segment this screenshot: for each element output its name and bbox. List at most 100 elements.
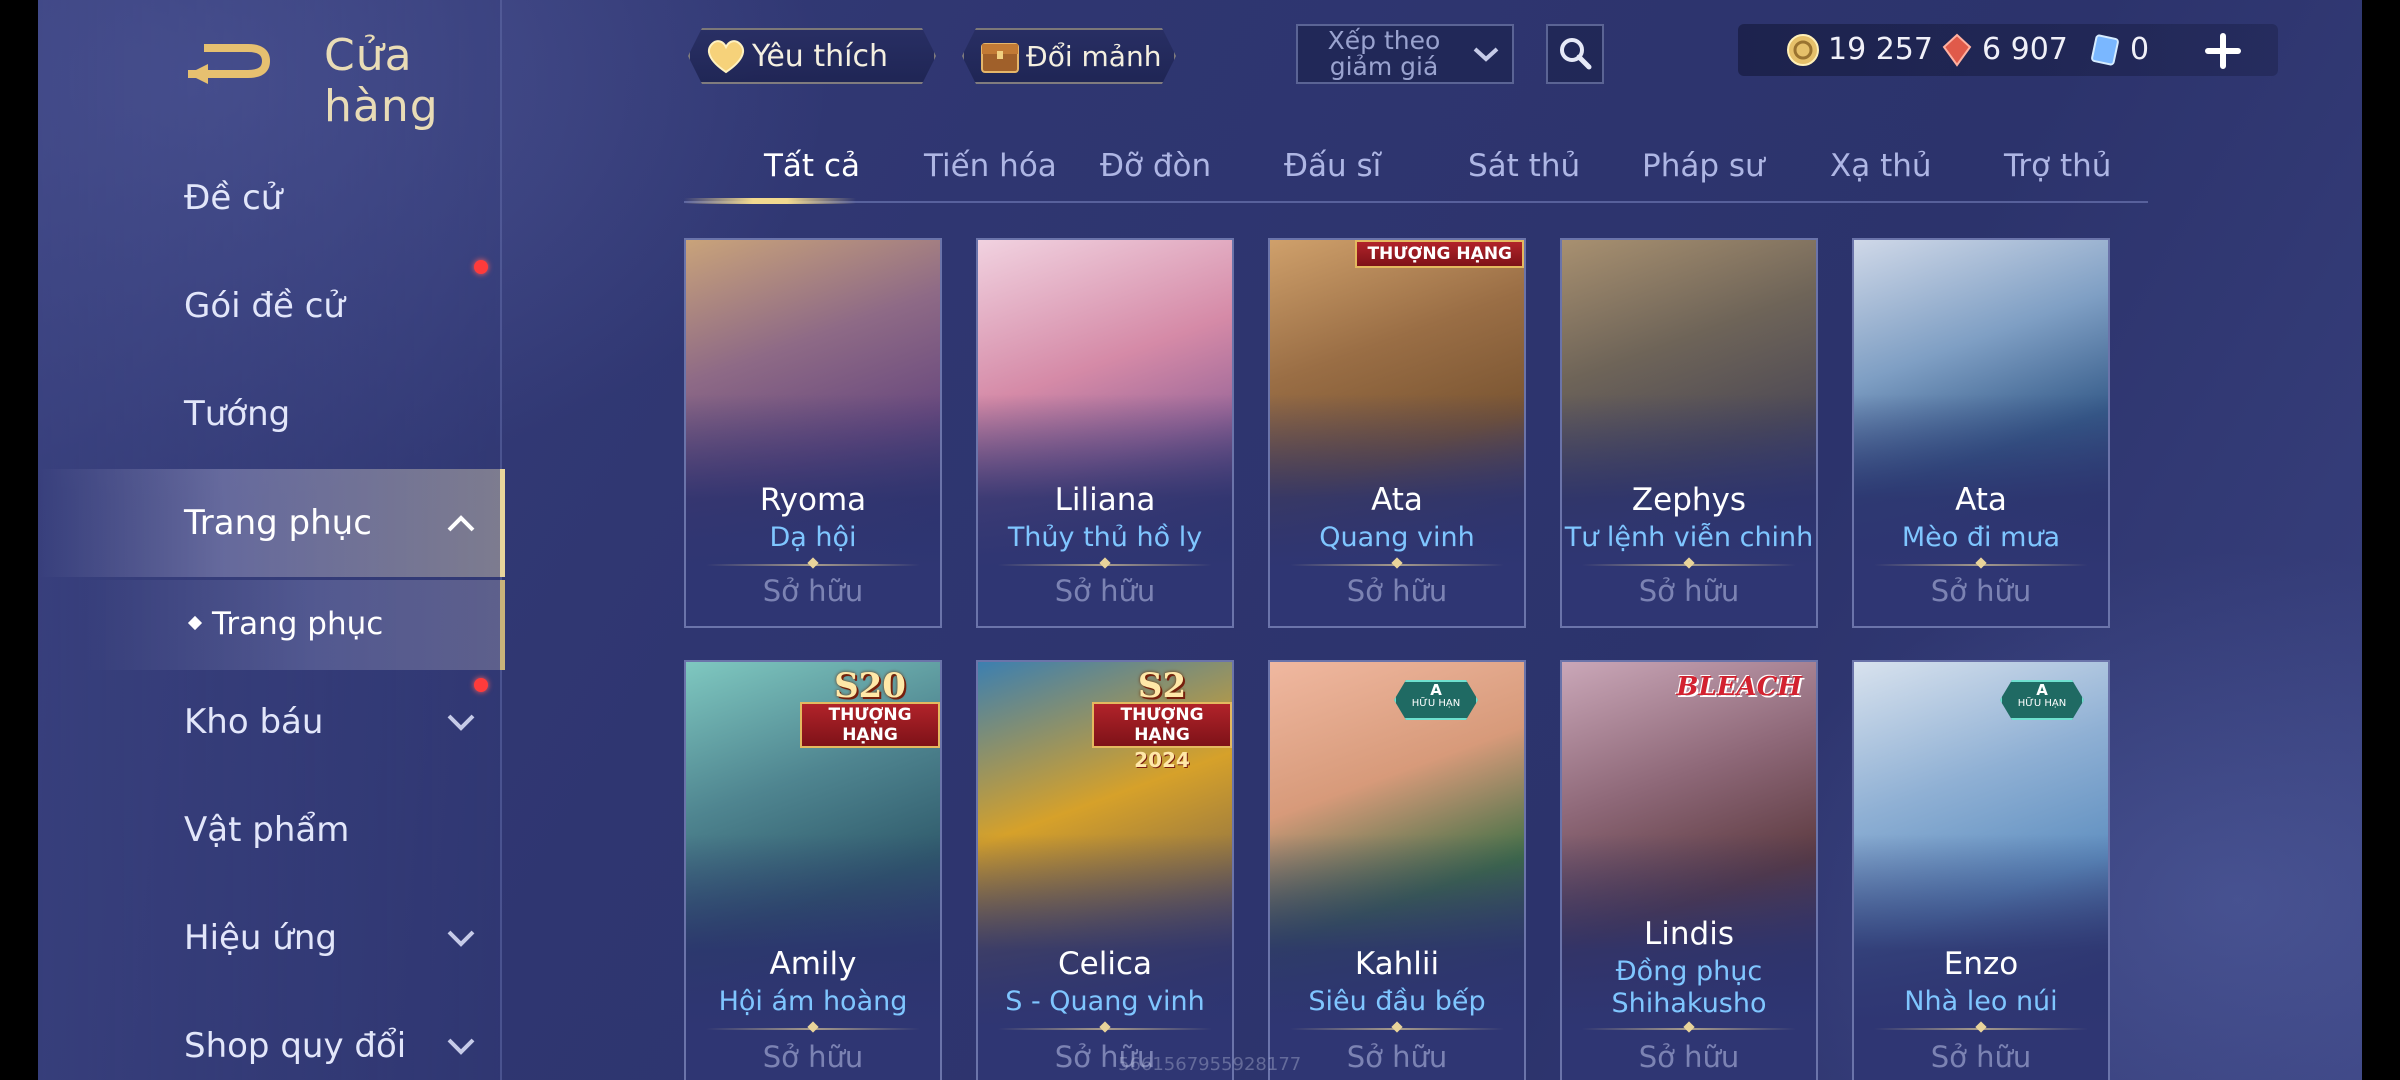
skin-card[interactable]: Liliana Thủy thủ hồ ly Sở hữu [976,238,1234,628]
card-divider [1582,1028,1796,1030]
search-icon [1560,38,1592,70]
top-up-button[interactable] [2198,26,2248,76]
premium-ribbon: THƯỢNG HẠNG [1092,702,1232,748]
hero-name: Ata [1955,482,2007,518]
card-divider [1874,1028,2088,1030]
sidebar-item-recommended-bundles[interactable]: Gói đề cử [38,252,500,360]
season-badge: S20 THƯỢNG HẠNG [800,666,940,748]
owned-status: Sở hữu [1638,574,1740,608]
gold-value: 19 257 [1828,32,1933,67]
tab-all[interactable]: Tất cả [764,148,860,184]
sidebar-item-label: Đề cử [184,178,283,218]
tab-assassin[interactable]: Sát thủ [1468,148,1580,184]
limited-badge: A HỮU HẠN [2000,680,2084,720]
sidebar-item-treasure[interactable]: Kho báu [38,668,500,776]
tab-evolution[interactable]: Tiến hóa [924,148,1057,184]
collab-logo: BLEACH [1676,672,1802,702]
heart-icon [704,36,748,76]
skin-card[interactable]: S20 THƯỢNG HẠNG Amily Hội ám hoàng Sở hữ… [684,660,942,1080]
sidebar-item-effects[interactable]: Hiệu ứng [38,884,500,992]
exchange-label: Đổi mảnh [1026,39,1162,73]
card-divider [1290,1028,1504,1030]
hero-name: Ata [1371,482,1423,518]
sort-dropdown[interactable]: Xếp theo giảm giá [1296,24,1514,84]
skin-name: Nhà leo núi [1904,986,2058,1017]
gold-balance: 19 257 [1786,32,1933,67]
hero-name: Celica [1058,946,1152,982]
voucher-value: 0 [2130,32,2150,67]
hero-name: Zephys [1631,482,1747,518]
category-tabs: Tất cả Tiến hóa Đỡ đòn Đấu sĩ Sát thủ Ph… [684,134,2148,204]
sidebar-item-label: Kho báu [184,702,324,742]
sidebar-item-recommended[interactable]: Đề cử [38,144,500,252]
hero-name: Kahlii [1354,946,1440,982]
sidebar-item-exchange-shop[interactable]: Shop quy đổi [38,992,500,1080]
sidebar-subitem-skins[interactable]: Trang phục [38,580,505,670]
owned-status: Sở hữu [762,574,864,608]
owned-status: Sở hữu [1638,1040,1740,1074]
card-divider [1874,564,2088,566]
back-button[interactable] [186,34,274,88]
skin-name: S - Quang vinh [1005,986,1205,1017]
skin-name: Tư lệnh viễn chinh [1564,522,1814,553]
search-button[interactable] [1546,24,1604,84]
sidebar: Cửa hàng Đề cử Gói đề cử Tướng Trang phụ… [38,0,505,1080]
sidebar-subitem-label: Trang phục [212,606,384,642]
voucher-balance: 0 [2088,32,2149,67]
premium-ribbon: THƯỢNG HẠNG [800,702,940,748]
owned-status: Sở hữu [1346,1040,1448,1074]
sidebar-item-heroes[interactable]: Tướng [38,360,500,468]
chevron-down-icon [446,712,476,732]
tab-marksman[interactable]: Xạ thủ [1830,148,1932,184]
rank-letter: A [1430,681,1442,699]
skin-name: Hội ám hoàng [718,986,908,1017]
skin-card[interactable]: Ata Mèo đi mưa Sở hữu [1852,238,2110,628]
skin-name: Quang vinh [1319,522,1475,553]
chevron-down-icon [446,928,476,948]
screen-edge-left [0,0,38,1080]
limited-badge: A HỮU HẠN [1394,680,1478,720]
skin-name: Đồng phục Shihakusho [1611,956,1767,1019]
card-divider [998,564,1212,566]
tab-fighter[interactable]: Đấu sĩ [1284,148,1381,184]
owned-status: Sở hữu [1930,574,2032,608]
card-divider [1582,564,1796,566]
sidebar-item-label: Gói đề cử [184,286,345,326]
chevron-up-icon [446,513,476,533]
gold-coin-icon [1787,33,1819,66]
sidebar-item-items[interactable]: Vật phẩm [38,776,500,884]
exchange-fragments-button[interactable]: Đổi mảnh [962,28,1176,84]
season-number: S20 [834,666,906,706]
skin-name: Dạ hội [769,522,857,553]
favorites-button[interactable]: Yêu thích [688,28,936,84]
owned-status: Sở hữu [762,1040,864,1074]
skin-card[interactable]: BLEACH Lindis Đồng phục Shihakusho Sở hữ… [1560,660,1818,1080]
skin-card[interactable]: THƯỢNG HẠNG Ata Quang vinh Sở hữu [1268,238,1526,628]
owned-status: Sở hữu [1930,1040,2032,1074]
tab-tank[interactable]: Đỡ đòn [1100,148,1211,184]
owned-status: Sở hữu [1054,574,1156,608]
voucher-icon [2091,34,2119,65]
card-divider [706,1028,920,1030]
currency-bar: 19 257 6 907 0 [1738,24,2278,76]
sidebar-item-skins[interactable]: Trang phục [38,469,505,577]
skin-name: Siêu đầu bếp [1308,986,1486,1017]
limited-label: HỮU HẠN [1411,698,1461,709]
rank-letter: A [2036,681,2048,699]
skin-card[interactable]: Zephys Tư lệnh viễn chinh Sở hữu [1560,238,1818,628]
chest-icon [978,36,1022,76]
sidebar-item-label: Hiệu ứng [184,918,337,958]
skin-card[interactable]: S2 THƯỢNG HẠNG 2024 Celica S - Quang vin… [976,660,1234,1080]
sidebar-item-label: Vật phẩm [184,810,350,850]
tab-mage[interactable]: Pháp sư [1642,148,1765,184]
gem-value: 6 907 [1982,32,2068,67]
sidebar-item-label: Trang phục [184,503,372,543]
skin-card[interactable]: A HỮU HẠN Kahlii Siêu đầu bếp Sở hữu [1268,660,1526,1080]
favorites-label: Yêu thích [752,38,888,74]
skin-card[interactable]: Ryoma Dạ hội Sở hữu [684,238,942,628]
card-divider [1290,564,1504,566]
tab-support[interactable]: Trợ thủ [2004,148,2111,184]
shop-screen: Cửa hàng Đề cử Gói đề cử Tướng Trang phụ… [38,0,2362,1080]
skin-card[interactable]: A HỮU HẠN Enzo Nhà leo núi Sở hữu [1852,660,2110,1080]
season-number: S2 [1137,666,1187,706]
